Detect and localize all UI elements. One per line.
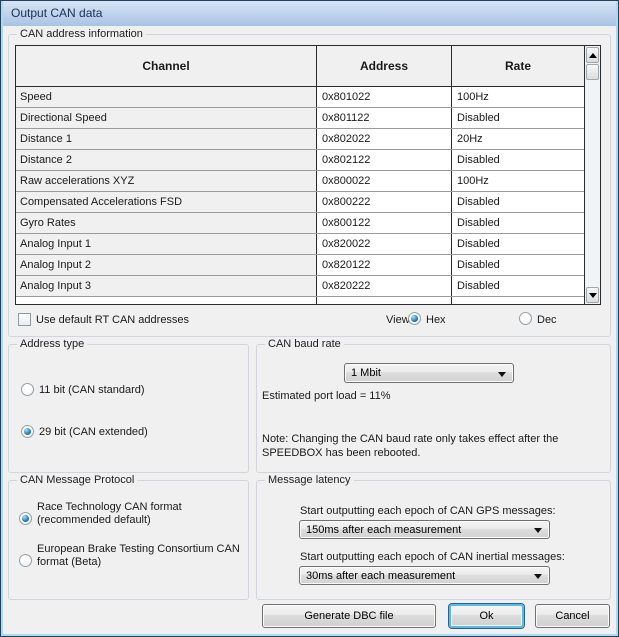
column-header-rate: Rate <box>452 46 584 86</box>
address-type-29bit-label: 29 bit (CAN extended) <box>39 426 148 438</box>
group-can-baud-rate-label: CAN baud rate <box>265 338 344 350</box>
cell-rate: Disabled <box>452 150 584 170</box>
address-type-11bit-label: 11 bit (CAN standard) <box>39 384 145 396</box>
dropdown-arrow-icon <box>498 372 506 377</box>
gps-latency-dropdown-value: 150ms after each measurement <box>306 524 461 536</box>
table-scrollbar[interactable] <box>584 46 600 304</box>
cell-channel: Distance 2 <box>16 150 317 170</box>
port-load-text: Estimated port load = 11% <box>262 390 391 402</box>
protocol-race-technology-radio[interactable] <box>19 512 32 525</box>
scrollbar-thumb[interactable] <box>586 64 599 80</box>
address-type-11bit-radio[interactable] <box>21 383 34 396</box>
cell-address: 0x820222 <box>317 276 452 296</box>
group-address-type: Address type 11 bit (CAN standard) 29 bi… <box>8 344 249 473</box>
cancel-button[interactable]: Cancel <box>535 604 610 628</box>
inertial-latency-label: Start outputting each epoch of CAN inert… <box>300 551 565 563</box>
cell-rate: Disabled <box>452 255 584 275</box>
cell-channel: Analog Input 2 <box>16 255 317 275</box>
dialog-content: CAN address information Channel Address … <box>3 26 616 634</box>
output-can-data-dialog: Output CAN data CAN address information … <box>0 0 619 637</box>
cell-rate: Disabled <box>452 276 584 296</box>
baud-rate-dropdown[interactable]: 1 Mbit <box>344 363 514 383</box>
baud-rate-note: Note: Changing the CAN baud rate only ta… <box>262 432 607 460</box>
table-row[interactable]: Raw accelerations XYZ 0x800022 100Hz <box>16 171 584 192</box>
window-title: Output CAN data <box>11 6 102 20</box>
scroll-down-button[interactable] <box>586 287 599 303</box>
cell-channel: Analog Input 1 <box>16 234 317 254</box>
gps-latency-label: Start outputting each epoch of CAN GPS m… <box>300 505 556 517</box>
use-default-addresses-checkbox[interactable] <box>18 313 31 326</box>
scroll-up-icon <box>589 53 597 58</box>
cell-address: 0x802022 <box>317 129 452 149</box>
group-message-latency-label: Message latency <box>265 474 354 486</box>
cell-address: 0x820022 <box>317 234 452 254</box>
inertial-latency-dropdown-value: 30ms after each measurement <box>306 570 455 582</box>
use-default-addresses-label: Use default RT CAN addresses <box>36 314 189 326</box>
cell-rate: Disabled <box>452 108 584 128</box>
dropdown-arrow-icon <box>534 528 542 533</box>
cell-rate: Disabled <box>452 192 584 212</box>
cell-address: 0x802122 <box>317 150 452 170</box>
view-dec-label: Dec <box>537 314 557 326</box>
cell-channel: Analog Input 3 <box>16 276 317 296</box>
protocol-ebtc-label: European Brake Testing Consortium CAN fo… <box>37 543 249 569</box>
cell-address: 0x820122 <box>317 255 452 275</box>
cell-address: 0x801122 <box>317 108 452 128</box>
group-can-baud-rate: CAN baud rate 1 Mbit Estimated port load… <box>256 344 611 473</box>
column-header-channel: Channel <box>16 46 317 86</box>
group-message-latency: Message latency Start outputting each ep… <box>256 480 611 600</box>
cell-address: 0x801022 <box>317 87 452 107</box>
cell-address: 0x800122 <box>317 213 452 233</box>
view-dec-radio[interactable] <box>519 312 532 325</box>
cell-rate: 100Hz <box>452 87 584 107</box>
address-type-29bit-radio[interactable] <box>21 425 34 438</box>
table-row[interactable]: Analog Input 2 0x820122 Disabled <box>16 255 584 276</box>
group-can-address-information: CAN address information Channel Address … <box>8 34 611 337</box>
cell-channel: Distance 1 <box>16 129 317 149</box>
cell-channel: Speed <box>16 87 317 107</box>
cell-rate: 20Hz <box>452 129 584 149</box>
cell-channel: Directional Speed <box>16 108 317 128</box>
group-can-address-information-label: CAN address information <box>17 28 146 40</box>
protocol-race-technology-label: Race Technology CAN format (recommended … <box>37 501 247 527</box>
generate-dbc-file-button[interactable]: Generate DBC file <box>262 604 436 628</box>
ok-button[interactable]: Ok <box>449 604 524 628</box>
inertial-latency-dropdown[interactable]: 30ms after each measurement <box>299 566 550 585</box>
cell-channel <box>16 297 317 305</box>
cell-rate: Disabled <box>452 213 584 233</box>
cell-channel: Raw accelerations XYZ <box>16 171 317 191</box>
dropdown-arrow-icon <box>534 574 542 579</box>
column-header-address: Address <box>317 46 452 86</box>
table-row-partial[interactable] <box>16 297 584 305</box>
group-can-message-protocol-label: CAN Message Protocol <box>17 474 137 486</box>
table-row[interactable]: Distance 1 0x802022 20Hz <box>16 129 584 150</box>
can-address-table: Channel Address Rate Speed 0x801022 100H… <box>15 45 601 305</box>
cell-channel: Gyro Rates <box>16 213 317 233</box>
table-row[interactable]: Gyro Rates 0x800122 Disabled <box>16 213 584 234</box>
table-header-row: Channel Address Rate <box>16 46 584 87</box>
table-row[interactable]: Distance 2 0x802122 Disabled <box>16 150 584 171</box>
table-row[interactable]: Analog Input 1 0x820022 Disabled <box>16 234 584 255</box>
cell-address: 0x800222 <box>317 192 452 212</box>
protocol-ebtc-radio[interactable] <box>19 554 32 567</box>
cell-rate: Disabled <box>452 234 584 254</box>
table-row[interactable]: Directional Speed 0x801122 Disabled <box>16 108 584 129</box>
cell-address: 0x800022 <box>317 171 452 191</box>
table-row[interactable]: Compensated Accelerations FSD 0x800222 D… <box>16 192 584 213</box>
scroll-down-icon <box>589 293 597 298</box>
group-can-message-protocol: CAN Message Protocol Race Technology CAN… <box>8 480 249 600</box>
table-row[interactable]: Speed 0x801022 100Hz <box>16 87 584 108</box>
cell-rate <box>452 297 584 305</box>
view-hex-label: Hex <box>426 314 446 326</box>
gps-latency-dropdown[interactable]: 150ms after each measurement <box>299 520 550 539</box>
table-row[interactable]: Analog Input 3 0x820222 Disabled <box>16 276 584 297</box>
view-hex-radio[interactable] <box>408 312 421 325</box>
window-titlebar[interactable]: Output CAN data <box>3 1 616 26</box>
cell-address <box>317 297 452 305</box>
group-address-type-label: Address type <box>17 338 87 350</box>
cell-channel: Compensated Accelerations FSD <box>16 192 317 212</box>
scroll-up-button[interactable] <box>586 47 599 63</box>
baud-rate-dropdown-value: 1 Mbit <box>351 367 381 379</box>
cell-rate: 100Hz <box>452 171 584 191</box>
